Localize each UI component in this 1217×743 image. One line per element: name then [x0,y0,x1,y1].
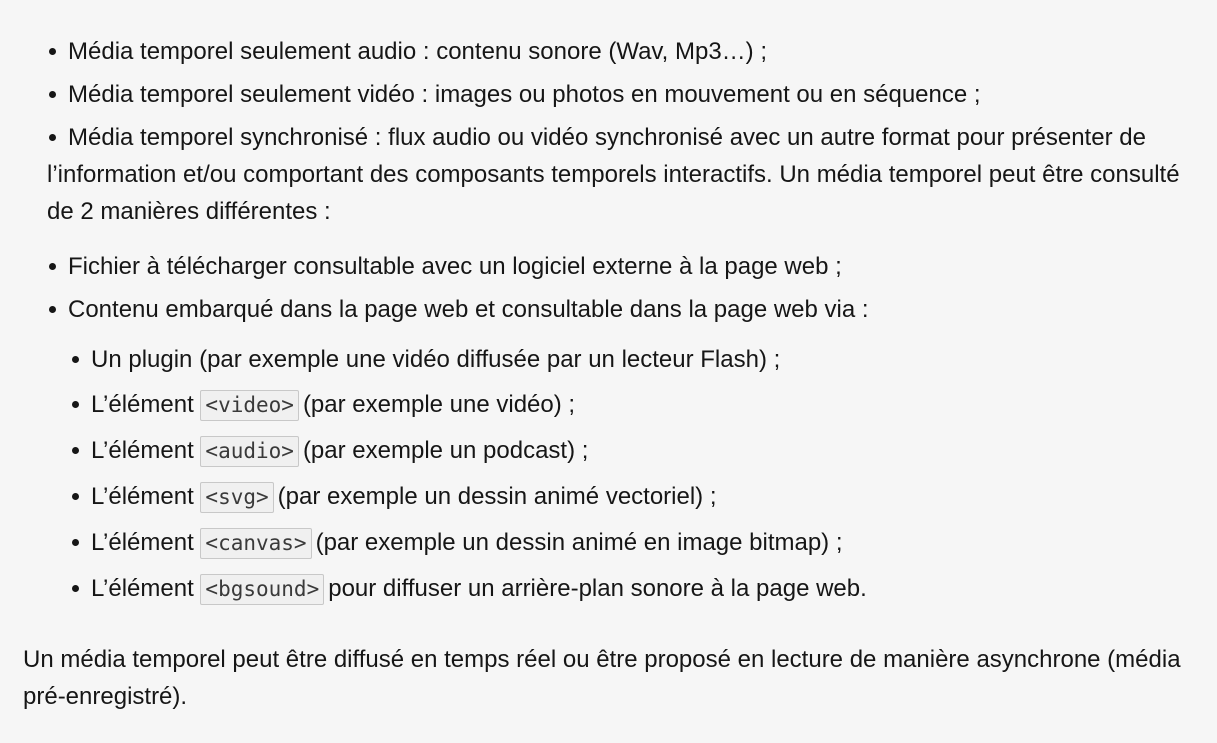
code-tag: <svg> [200,482,274,513]
document-content: Média temporel seulement audio : contenu… [0,0,1217,743]
list-item-text: Média temporel seulement vidéo : images … [68,81,981,108]
list-item-text: Contenu embarqué dans la page web et con… [68,296,869,323]
code-tag: <video> [200,390,299,421]
list-item-text: Un plugin (par exemple une vidéo diffusé… [91,346,781,373]
list-item: L’élément <audio> (par exemple un podcast… [70,432,1210,470]
list-item: Média temporel seulement audio : contenu… [47,33,1212,70]
list-item-text: Fichier à télécharger consultable avec u… [68,253,842,280]
list-item-prefix: L’élément [91,529,194,556]
list-item: Contenu embarqué dans la page web et con… [47,291,1212,328]
consultation-mode-list: Fichier à télécharger consultable avec u… [47,248,1212,334]
list-item: L’élément <svg> (par exemple un dessin an… [70,478,1210,516]
list-item: Média temporel synchronisé : flux audio … [47,119,1212,230]
list-item: L’élément <bgsound> pour diffuser un arri… [70,570,1210,608]
list-item: L’élément <canvas> (par exemple un dessin… [70,524,1210,562]
list-item-suffix: pour diffuser un arrière-plan sonore à l… [328,575,867,602]
list-item: L’élément <video> (par exemple une vidéo)… [70,386,1210,424]
list-item-suffix: (par exemple un dessin animé vectoriel) … [277,483,717,510]
list-item-text: Média temporel synchronisé : flux audio … [47,124,1180,225]
list-item-prefix: L’élément [91,391,194,418]
list-item-text: Média temporel seulement audio : contenu… [68,38,767,65]
media-type-list: Média temporel seulement audio : contenu… [47,33,1212,119]
list-item-prefix: L’élément [91,483,194,510]
code-tag: <canvas> [200,528,312,559]
closing-paragraph: Un média temporel peut être diffusé en t… [23,646,1181,710]
embedding-method-list: Un plugin (par exemple une vidéo diffusé… [70,341,1210,616]
list-item-suffix: (par exemple un dessin animé en image bi… [315,529,843,556]
list-item-suffix: (par exemple un podcast) ; [302,437,589,464]
list-item-prefix: L’élément [91,575,194,602]
list-item: Un plugin (par exemple une vidéo diffusé… [70,341,1210,378]
list-item: Fichier à télécharger consultable avec u… [47,248,1212,285]
list-item: Média temporel seulement vidéo : images … [47,76,1212,113]
list-item-suffix: (par exemple une vidéo) ; [302,391,576,418]
list-item-prefix: L’élément [91,437,194,464]
code-tag: <bgsound> [200,574,325,605]
code-tag: <audio> [200,436,299,467]
